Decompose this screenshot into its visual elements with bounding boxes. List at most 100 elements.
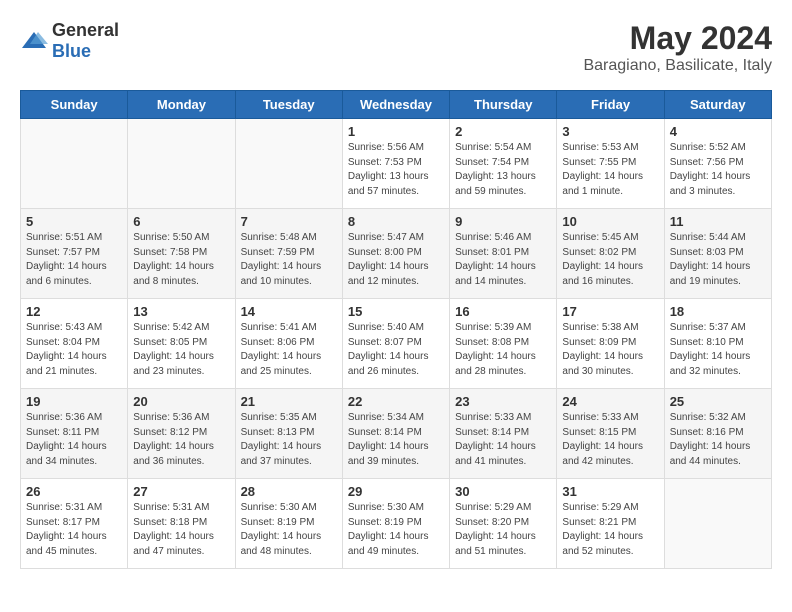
calendar-cell (21, 119, 128, 209)
day-info: Sunrise: 5:38 AMSunset: 8:09 PMDaylight:… (562, 321, 658, 379)
day-number: 4 (670, 124, 766, 139)
calendar-cell: 23Sunrise: 5:33 AMSunset: 8:14 PMDayligh… (450, 389, 557, 479)
day-number: 28 (241, 484, 337, 499)
calendar-cell (235, 119, 342, 209)
calendar-cell: 16Sunrise: 5:39 AMSunset: 8:08 PMDayligh… (450, 299, 557, 389)
calendar-cell: 24 Sunrise: 5:33 AMSunset: 8:15 PMDayligh… (557, 389, 664, 479)
logo-blue: Blue (52, 41, 91, 61)
calendar-cell: 5 Sunrise: 5:51 AMSunset: 7:57 PMDaylight… (21, 209, 128, 299)
day-number: 16 (455, 304, 551, 319)
day-number: 8 (348, 214, 444, 229)
day-number: 11 (670, 214, 766, 229)
day-number: 30 (455, 484, 551, 499)
weekday-header: Saturday (664, 91, 771, 119)
calendar-cell: 22 Sunrise: 5:34 AMSunset: 8:14 PMDayligh… (342, 389, 449, 479)
day-info: Sunrise: 5:33 AMSunset: 8:15 PMDaylight:… (562, 411, 658, 469)
weekday-header: Wednesday (342, 91, 449, 119)
day-number: 5 (26, 214, 122, 229)
calendar-cell: 29 Sunrise: 5:30 AMSunset: 8:19 PMDayligh… (342, 479, 449, 569)
calendar-cell: 10Sunrise: 5:45 AMSunset: 8:02 PMDayligh… (557, 209, 664, 299)
calendar-cell: 19 Sunrise: 5:36 AMSunset: 8:11 PMDayligh… (21, 389, 128, 479)
calendar-cell: 14Sunrise: 5:41 AMSunset: 8:06 PMDayligh… (235, 299, 342, 389)
calendar-cell (664, 479, 771, 569)
day-info: Sunrise: 5:54 AMSunset: 7:54 PMDaylight:… (455, 141, 551, 199)
day-info: Sunrise: 5:36 AMSunset: 8:12 PMDaylight:… (133, 411, 229, 469)
day-info: Sunrise: 5:29 AMSunset: 8:20 PMDaylight:… (455, 501, 551, 559)
day-info: Sunrise: 5:52 AMSunset: 7:56 PMDaylight:… (670, 141, 766, 199)
calendar-cell: 4 Sunrise: 5:52 AMSunset: 7:56 PMDaylight… (664, 119, 771, 209)
calendar-cell: 15 Sunrise: 5:40 AMSunset: 8:07 PMDayligh… (342, 299, 449, 389)
day-info: Sunrise: 5:31 AMSunset: 8:18 PMDaylight:… (133, 501, 229, 559)
day-info: Sunrise: 5:45 AMSunset: 8:02 PMDaylight:… (562, 231, 658, 289)
day-info: Sunrise: 5:48 AMSunset: 7:59 PMDaylight:… (241, 231, 337, 289)
day-info: Sunrise: 5:53 AMSunset: 7:55 PMDaylight:… (562, 141, 658, 199)
calendar-cell: 31 Sunrise: 5:29 AMSunset: 8:21 PMDayligh… (557, 479, 664, 569)
calendar-cell: 25 Sunrise: 5:32 AMSunset: 8:16 PMDayligh… (664, 389, 771, 479)
day-number: 2 (455, 124, 551, 139)
day-number: 19 (26, 394, 122, 409)
day-info: Sunrise: 5:46 AMSunset: 8:01 PMDaylight:… (455, 231, 551, 289)
day-number: 18 (670, 304, 766, 319)
day-info: Sunrise: 5:30 AMSunset: 8:19 PMDaylight:… (241, 501, 337, 559)
day-number: 26 (26, 484, 122, 499)
calendar-cell: 17 Sunrise: 5:38 AMSunset: 8:09 PMDayligh… (557, 299, 664, 389)
calendar-cell: 3 Sunrise: 5:53 AMSunset: 7:55 PMDaylight… (557, 119, 664, 209)
calendar-cell: 13 Sunrise: 5:42 AMSunset: 8:05 PMDayligh… (128, 299, 235, 389)
title-block: May 2024 Baragiano, Basilicate, Italy (583, 20, 772, 75)
location-subtitle: Baragiano, Basilicate, Italy (583, 57, 772, 75)
calendar-cell: 26 Sunrise: 5:31 AMSunset: 8:17 PMDayligh… (21, 479, 128, 569)
day-info: Sunrise: 5:42 AMSunset: 8:05 PMDaylight:… (133, 321, 229, 379)
month-year-title: May 2024 (583, 20, 772, 57)
day-number: 25 (670, 394, 766, 409)
day-info: Sunrise: 5:36 AMSunset: 8:11 PMDaylight:… (26, 411, 122, 469)
day-number: 24 (562, 394, 658, 409)
day-number: 20 (133, 394, 229, 409)
day-number: 31 (562, 484, 658, 499)
day-info: Sunrise: 5:35 AMSunset: 8:13 PMDaylight:… (241, 411, 337, 469)
day-number: 3 (562, 124, 658, 139)
day-info: Sunrise: 5:41 AMSunset: 8:06 PMDaylight:… (241, 321, 337, 379)
day-info: Sunrise: 5:51 AMSunset: 7:57 PMDaylight:… (26, 231, 122, 289)
day-info: Sunrise: 5:43 AMSunset: 8:04 PMDaylight:… (26, 321, 122, 379)
calendar-cell: 7 Sunrise: 5:48 AMSunset: 7:59 PMDaylight… (235, 209, 342, 299)
day-number: 6 (133, 214, 229, 229)
calendar-cell: 12Sunrise: 5:43 AMSunset: 8:04 PMDayligh… (21, 299, 128, 389)
calendar-cell: 21 Sunrise: 5:35 AMSunset: 8:13 PMDayligh… (235, 389, 342, 479)
day-number: 17 (562, 304, 658, 319)
logo-icon (20, 30, 48, 52)
calendar-cell: 20 Sunrise: 5:36 AMSunset: 8:12 PMDayligh… (128, 389, 235, 479)
calendar-cell: 6Sunrise: 5:50 AMSunset: 7:58 PMDaylight… (128, 209, 235, 299)
page-header: General Blue May 2024 Baragiano, Basilic… (20, 20, 772, 75)
weekday-header: Thursday (450, 91, 557, 119)
day-number: 27 (133, 484, 229, 499)
day-info: Sunrise: 5:32 AMSunset: 8:16 PMDaylight:… (670, 411, 766, 469)
day-number: 23 (455, 394, 551, 409)
weekday-header: Monday (128, 91, 235, 119)
day-info: Sunrise: 5:56 AMSunset: 7:53 PMDaylight:… (348, 141, 444, 199)
calendar-table: SundayMondayTuesdayWednesdayThursdayFrid… (20, 90, 772, 569)
day-info: Sunrise: 5:40 AMSunset: 8:07 PMDaylight:… (348, 321, 444, 379)
day-number: 15 (348, 304, 444, 319)
calendar-cell: 9 Sunrise: 5:46 AMSunset: 8:01 PMDaylight… (450, 209, 557, 299)
calendar-cell: 28 Sunrise: 5:30 AMSunset: 8:19 PMDayligh… (235, 479, 342, 569)
logo-general: General (52, 20, 119, 40)
calendar-cell: 18Sunrise: 5:37 AMSunset: 8:10 PMDayligh… (664, 299, 771, 389)
calendar-cell: 1 Sunrise: 5:56 AMSunset: 7:53 PMDaylight… (342, 119, 449, 209)
calendar-cell: 2 Sunrise: 5:54 AMSunset: 7:54 PMDaylight… (450, 119, 557, 209)
day-info: Sunrise: 5:44 AMSunset: 8:03 PMDaylight:… (670, 231, 766, 289)
calendar-cell: 11 Sunrise: 5:44 AMSunset: 8:03 PMDayligh… (664, 209, 771, 299)
day-info: Sunrise: 5:34 AMSunset: 8:14 PMDaylight:… (348, 411, 444, 469)
day-info: Sunrise: 5:29 AMSunset: 8:21 PMDaylight:… (562, 501, 658, 559)
day-number: 9 (455, 214, 551, 229)
day-number: 21 (241, 394, 337, 409)
weekday-header: Tuesday (235, 91, 342, 119)
day-info: Sunrise: 5:30 AMSunset: 8:19 PMDaylight:… (348, 501, 444, 559)
day-number: 29 (348, 484, 444, 499)
day-number: 1 (348, 124, 444, 139)
logo-text: General Blue (52, 20, 119, 62)
day-number: 13 (133, 304, 229, 319)
day-number: 7 (241, 214, 337, 229)
logo: General Blue (20, 20, 119, 62)
day-number: 22 (348, 394, 444, 409)
day-info: Sunrise: 5:31 AMSunset: 8:17 PMDaylight:… (26, 501, 122, 559)
